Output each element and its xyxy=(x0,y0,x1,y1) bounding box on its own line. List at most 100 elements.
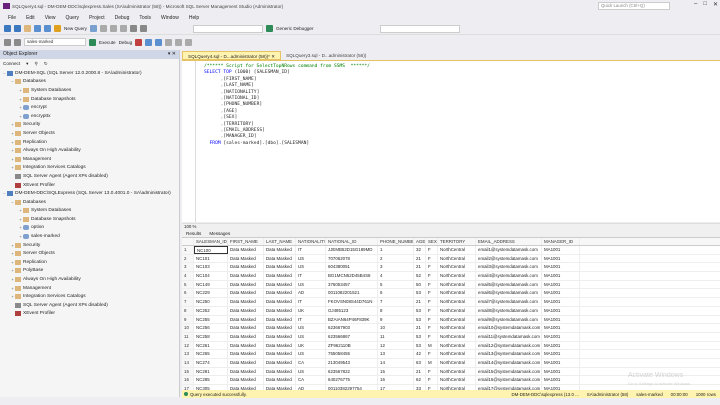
grid-cell[interactable]: 707062078 xyxy=(326,254,378,263)
grid-cell[interactable]: NorthCentral xyxy=(438,324,476,332)
grid-cell[interactable]: 755058455 xyxy=(326,350,378,358)
grid-cell[interactable]: 16 xyxy=(378,376,414,384)
grid-cell[interactable]: email6@systemdatamask.com xyxy=(476,289,542,298)
grid-cell[interactable]: email9@systemdatamask.com xyxy=(476,315,542,324)
grid-cell[interactable]: 63 xyxy=(414,358,426,367)
grid-cell[interactable]: 53 xyxy=(414,341,426,350)
grid-cell[interactable]: email4@systemdatamask.com xyxy=(476,272,542,280)
forward-icon[interactable] xyxy=(14,25,21,32)
grid-cell[interactable]: Data Masked xyxy=(264,350,296,358)
grid-cell[interactable]: F xyxy=(426,324,438,332)
tree-node[interactable]: + Management xyxy=(0,155,179,164)
table-row[interactable]: 5 NC149 Data Masked Data Masked US 376053457 5… xyxy=(182,280,720,290)
grid-cell[interactable]: NorthCentral xyxy=(438,332,476,341)
grid-cell[interactable]: 7 xyxy=(378,298,414,306)
table-row[interactable]: 4 NC104 Data Masked Data Masked IT BG1MCN52D4… xyxy=(182,272,720,281)
grid-cell[interactable]: US xyxy=(296,332,326,341)
grid-cell[interactable]: 53 xyxy=(414,332,426,341)
parse-icon[interactable] xyxy=(145,38,153,46)
execute-icon[interactable] xyxy=(89,38,96,46)
grid-cell[interactable]: 42 xyxy=(414,350,426,358)
grid-cell[interactable]: Data Masked xyxy=(264,367,296,376)
grid-cell[interactable]: 62 xyxy=(414,376,426,384)
grid-cell[interactable]: MA1001 xyxy=(542,306,580,315)
grid-cell[interactable]: email10@systemdatamask.com xyxy=(476,324,542,332)
grid-cell[interactable]: email16@systemdatamask.com xyxy=(476,376,542,384)
grid-cell[interactable]: MA1001 xyxy=(542,315,580,324)
menu-debug[interactable]: Debug xyxy=(115,15,130,21)
tree-node[interactable]: + Database Snapshots xyxy=(0,215,179,224)
grid-cell[interactable]: MA1001 xyxy=(542,367,580,376)
grid-cell[interactable]: Data Masked xyxy=(228,315,264,324)
column-header[interactable]: EMAIL_ADDRESS xyxy=(476,238,542,245)
grid-cell[interactable]: NC281 xyxy=(194,367,228,376)
grid-cell[interactable]: Data Masked xyxy=(264,246,296,254)
grid-cell[interactable]: 12 xyxy=(378,341,414,350)
tab-close-icon[interactable]: ✕ xyxy=(271,54,275,59)
pin-icon[interactable]: ▾ ✕ xyxy=(168,50,176,59)
grid-cell[interactable]: MA1001 xyxy=(542,358,580,367)
grid-cell[interactable]: 9 xyxy=(378,315,414,324)
grid-cell[interactable]: MA1001 xyxy=(542,263,580,272)
grid-cell[interactable]: IT xyxy=(296,272,326,280)
row-number[interactable]: 14 xyxy=(182,358,194,367)
grid-cell[interactable]: JJEMB52D15G189MD xyxy=(326,246,378,254)
grid-cell[interactable]: F xyxy=(426,315,438,324)
grid-cell[interactable]: Data Masked xyxy=(264,315,296,324)
menu-edit[interactable]: Edit xyxy=(26,15,35,21)
back-icon[interactable] xyxy=(4,25,11,32)
results-grid[interactable]: SALESMAN_ID FIRST_NAME LAST_NAME NATIONALIT… xyxy=(182,238,720,391)
column-header[interactable]: FIRST_NAME xyxy=(228,238,264,245)
grid-cell[interactable]: 8 xyxy=(378,306,414,315)
grid-cell[interactable]: NorthCentral xyxy=(438,367,476,376)
row-number[interactable]: 4 xyxy=(182,272,194,280)
table-row[interactable]: 14 NC274 Data Masked Data Masked CA 213049543… xyxy=(182,358,720,368)
tab-sqlquery3[interactable]: SQLQuery3.sql - D...administrator (56)) xyxy=(281,51,372,60)
grid-cell[interactable]: F xyxy=(426,246,438,254)
grid-cell[interactable]: 53 xyxy=(414,306,426,315)
grid-cell[interactable]: MA1001 xyxy=(542,376,580,384)
disconnect-icon[interactable] xyxy=(14,38,21,46)
grid-cell[interactable]: Data Masked xyxy=(264,358,296,367)
row-number[interactable]: 9 xyxy=(182,315,194,324)
grid-cell[interactable]: US xyxy=(296,263,326,272)
grid-cell[interactable]: email13@systemdatamask.com xyxy=(476,350,542,358)
grid-cell[interactable]: NorthCentral xyxy=(438,341,476,350)
table-row[interactable]: 11 NC258 Data Masked Data Masked US 623566867… xyxy=(182,332,720,342)
tree-node[interactable]: + Management xyxy=(0,284,179,293)
solution-config-combo[interactable] xyxy=(192,24,263,33)
tab-results[interactable]: Results xyxy=(186,231,201,236)
connect-button[interactable]: Connect xyxy=(3,59,20,68)
menu-query[interactable]: Query xyxy=(65,15,79,21)
grid-cell[interactable]: email8@systemdatamask.com xyxy=(476,306,542,315)
grid-cell[interactable]: MA1001 xyxy=(542,272,580,280)
table-row[interactable]: 8 NC252 Data Masked Data Masked UK GJ485123 8 5… xyxy=(182,306,720,316)
grid-cell[interactable]: Data Masked xyxy=(228,332,264,341)
grid-cell[interactable]: email7@systemdatamask.com xyxy=(476,298,542,306)
grid-cell[interactable]: IT xyxy=(296,298,326,306)
row-number[interactable]: 3 xyxy=(182,263,194,272)
grid-cell[interactable]: MA1001 xyxy=(542,341,580,350)
menu-project[interactable]: Project xyxy=(89,15,105,21)
grid-cell[interactable]: Data Masked xyxy=(228,306,264,315)
grid-cell[interactable]: UK xyxy=(296,306,326,315)
find-combo[interactable] xyxy=(379,24,460,33)
grid-cell[interactable]: 623566867 xyxy=(326,332,378,341)
grid-cell[interactable]: NorthCentral xyxy=(438,280,476,289)
grid-cell[interactable]: Data Masked xyxy=(264,254,296,263)
grid-cell[interactable]: NC100 xyxy=(194,246,228,254)
start-icon[interactable] xyxy=(265,25,273,32)
query-editor[interactable]: /****** Script for SelectTopNRows comman… xyxy=(182,60,720,222)
grid-cell[interactable]: Data Masked xyxy=(264,332,296,341)
filter-icon[interactable]: ⚲ xyxy=(34,59,37,68)
grid-cell[interactable]: F xyxy=(426,350,438,358)
grid-cell[interactable]: F xyxy=(426,376,438,384)
grid-cell[interactable]: NC101 xyxy=(194,254,228,263)
grid-cell[interactable]: NorthCentral xyxy=(438,350,476,358)
grid-cell[interactable]: 623667903 xyxy=(326,324,378,332)
cancel-query-icon[interactable] xyxy=(135,38,143,46)
row-number[interactable]: 7 xyxy=(182,298,194,306)
grid-cell[interactable]: email15@systemdatamask.com xyxy=(476,367,542,376)
grid-cell[interactable]: 11 xyxy=(378,332,414,341)
grid-cell[interactable]: NorthCentral xyxy=(438,289,476,298)
